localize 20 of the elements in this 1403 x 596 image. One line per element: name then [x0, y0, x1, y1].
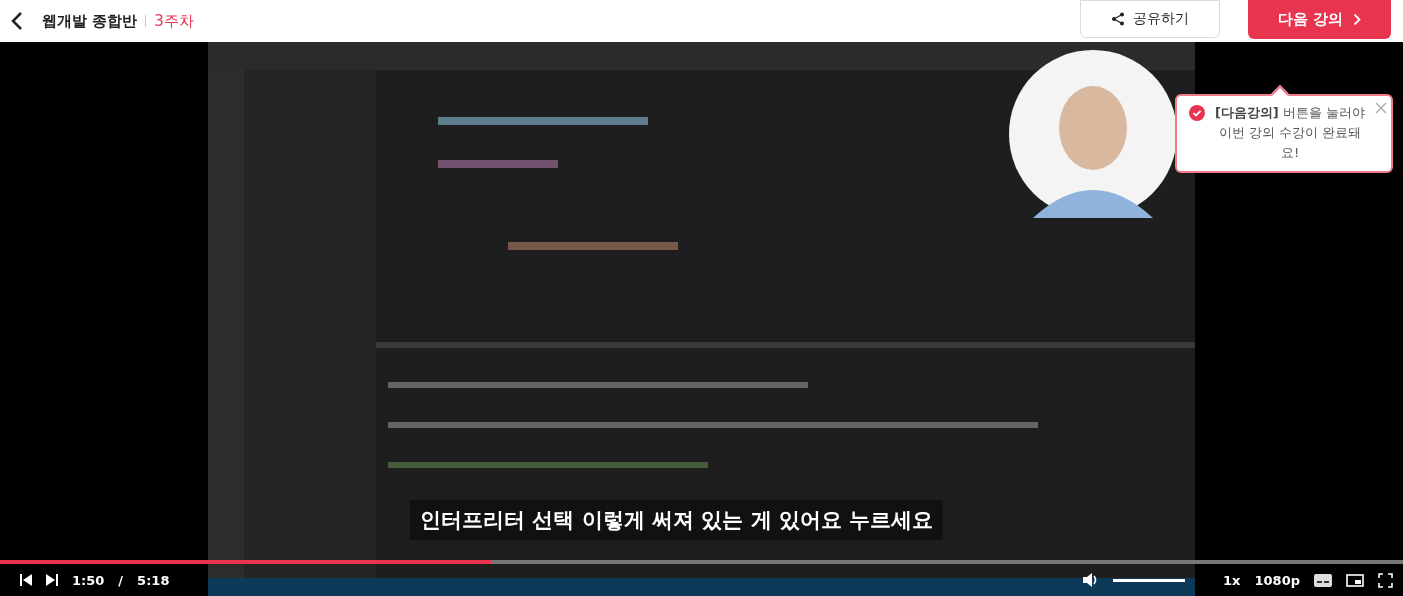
share-icon [1111, 12, 1125, 26]
course-title: 웹개발 종합반 [42, 11, 138, 31]
chevron-right-icon [1353, 12, 1362, 26]
check-icon [1189, 105, 1205, 121]
next-icon[interactable] [46, 574, 58, 586]
quality-button[interactable]: 1080p [1254, 572, 1300, 588]
volume-slider[interactable] [1113, 578, 1186, 582]
fullscreen-icon[interactable] [1378, 572, 1393, 588]
captions-icon[interactable] [1314, 573, 1332, 587]
time-separator: / [118, 572, 124, 588]
picture-in-picture-icon[interactable] [1346, 573, 1364, 587]
duration: 5:18 [137, 572, 170, 588]
week-label: 3주차 [154, 11, 194, 31]
previous-icon[interactable] [20, 574, 32, 586]
current-time: 1:50 [72, 572, 105, 588]
notice-text: [다음강의] 버튼을 눌러야 이번 강의 수강이 완료돼요! [1213, 104, 1367, 162]
next-lecture-button[interactable]: 다음 강의 [1248, 0, 1391, 39]
subtitle: 인터프리터 선택 이렇게 써져 있는 게 있어요 누르세요 [410, 500, 944, 540]
speed-button[interactable]: 1x [1223, 572, 1241, 588]
share-button[interactable]: 공유하기 [1080, 0, 1220, 38]
